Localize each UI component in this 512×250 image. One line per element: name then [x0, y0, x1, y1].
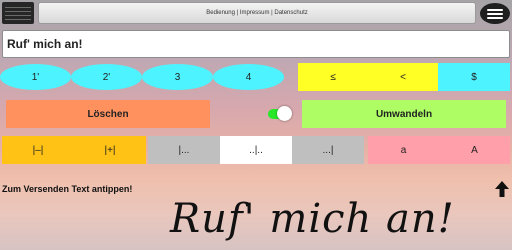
- convert-button[interactable]: Umwandeln: [302, 100, 506, 128]
- separator-minus-button[interactable]: |–|: [2, 136, 74, 164]
- dollar-button[interactable]: $: [438, 63, 510, 91]
- arrow-up-icon[interactable]: [494, 180, 510, 198]
- keyboard-icon[interactable]: [2, 2, 34, 24]
- less-equal-button[interactable]: ≤: [298, 63, 368, 91]
- header-links[interactable]: Bedienung | Impressum | Datenschutz: [38, 2, 476, 24]
- toggle-knob[interactable]: [277, 106, 292, 121]
- script-output[interactable]: Ruf' mich an!: [170, 196, 455, 242]
- apostrophe-button-4[interactable]: 4: [213, 64, 284, 90]
- delete-button[interactable]: Löschen: [6, 100, 210, 128]
- align-left-button[interactable]: |...: [148, 136, 220, 164]
- apostrophe-button-1[interactable]: 1': [0, 64, 71, 90]
- lowercase-button[interactable]: a: [368, 136, 439, 164]
- align-center-button[interactable]: ..|..: [220, 136, 292, 164]
- hamburger-menu-icon[interactable]: [480, 3, 510, 24]
- apostrophe-button-3[interactable]: 3: [142, 64, 213, 90]
- apostrophe-button-2[interactable]: 2': [71, 64, 142, 90]
- align-right-button[interactable]: ...|: [292, 136, 364, 164]
- send-hint: Zum Versenden Text antippen!: [2, 184, 133, 194]
- uppercase-button[interactable]: A: [439, 136, 510, 164]
- separator-plus-button[interactable]: |+|: [74, 136, 146, 164]
- less-than-button[interactable]: <: [368, 63, 438, 91]
- text-input[interactable]: Ruf' mich an!: [2, 30, 510, 58]
